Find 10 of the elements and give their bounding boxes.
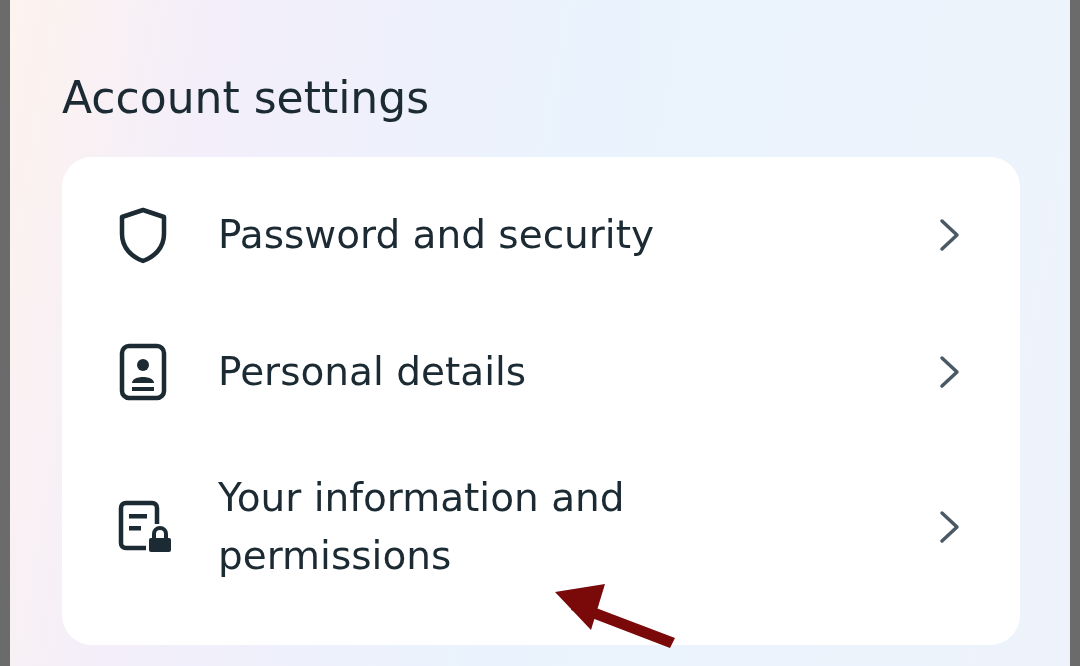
item-label: Personal details — [218, 348, 528, 397]
item-label: Password and security — [218, 210, 656, 259]
settings-item[interactable]: Personal details — [62, 294, 1020, 450]
page-title: Account settings — [62, 72, 431, 125]
settings-item[interactable]: Password and security — [62, 174, 1020, 295]
settings-item[interactable]: Your information and permissions — [62, 449, 1020, 605]
chevron-right-icon — [938, 216, 962, 253]
item-label: Your information and permissions — [218, 473, 626, 581]
chevron-right-icon — [938, 354, 962, 391]
chevron-right-icon — [938, 509, 962, 546]
